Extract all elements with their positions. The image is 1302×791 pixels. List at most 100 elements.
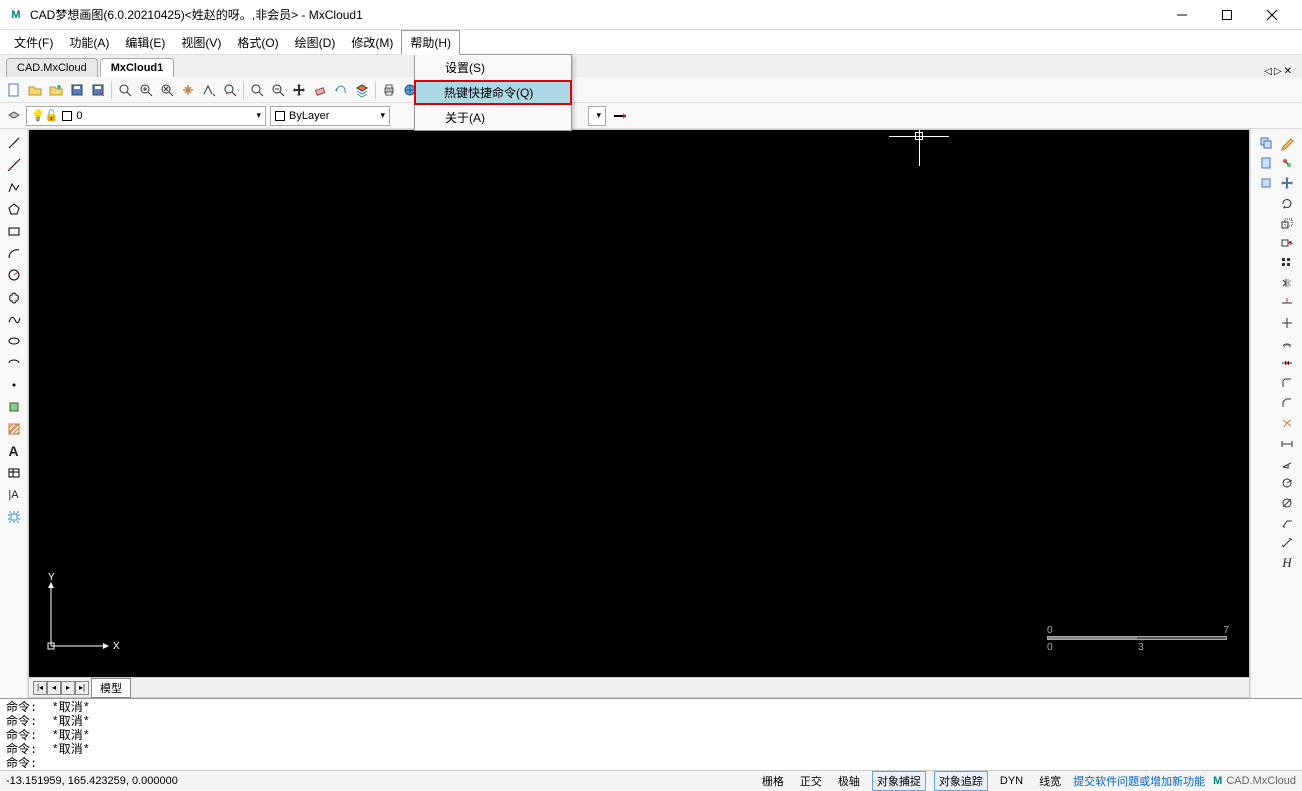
lineweight-combo[interactable] [588,106,606,126]
zoom-extents-icon[interactable] [157,80,177,100]
layers-icon[interactable] [352,80,372,100]
layer-combo[interactable]: 💡🔓 0 [26,106,266,126]
menu-modify[interactable]: 修改(M) [343,31,401,54]
menu-item-settings[interactable]: 设置(S) [415,55,571,80]
polygon-tool-icon[interactable] [4,199,24,218]
pan-icon[interactable] [178,80,198,100]
menu-edit[interactable]: 编辑(E) [117,31,173,54]
drawing-canvas[interactable]: Y X 07 03 [29,130,1249,677]
extend-icon[interactable] [1277,313,1297,332]
print-icon[interactable] [379,80,399,100]
layout-next-icon[interactable]: ▸ [61,681,75,695]
menu-help[interactable]: 帮助(H) [401,30,460,55]
region-tool-icon[interactable] [4,507,24,526]
snap-grid-toggle[interactable]: 栅格 [758,772,788,790]
block-insert-icon[interactable] [4,397,24,416]
edit-icon[interactable] [1277,133,1297,152]
explode-icon[interactable] [1277,413,1297,432]
menu-view[interactable]: 视图(V) [173,31,229,54]
doc-tab[interactable]: CAD.MxCloud [6,58,98,77]
save-as-icon[interactable] [88,80,108,100]
menu-draw[interactable]: 绘图(D) [287,31,344,54]
copy-icon[interactable] [1256,133,1276,152]
arc-tool-icon[interactable] [4,243,24,262]
layout-first-icon[interactable]: |◂ [33,681,47,695]
model-tab[interactable]: 模型 [91,678,131,698]
trim-icon[interactable] [1277,293,1297,312]
menu-format[interactable]: 格式(O) [229,31,286,54]
linetype-preview-icon[interactable] [610,106,630,125]
break-icon[interactable] [1277,353,1297,372]
leader-icon[interactable] [1277,513,1297,532]
match-props-icon[interactable] [1277,153,1297,172]
construction-line-icon[interactable] [4,155,24,174]
line-tool-icon[interactable] [4,133,24,152]
layer-manager-icon[interactable] [4,106,24,125]
cut-icon[interactable] [1256,173,1276,192]
dimension-diameter-icon[interactable] [1277,493,1297,512]
menu-function[interactable]: 功能(A) [61,31,117,54]
table-tool-icon[interactable] [4,463,24,482]
osnap-toggle[interactable]: 对象捕捉 [872,771,926,791]
properties-icon[interactable]: H [1277,553,1297,572]
command-window[interactable]: 命令: *取消* 命令: *取消* 命令: *取消* 命令: *取消* 命令: [0,698,1302,770]
rotate-icon[interactable] [1277,193,1297,212]
tab-close-icon[interactable]: ✕ [1284,66,1292,77]
new-file-icon[interactable] [4,80,24,100]
paste-icon[interactable] [1256,153,1276,172]
ortho-toggle[interactable]: 正交 [796,772,826,790]
stretch-icon[interactable] [1277,233,1297,252]
spline-tool-icon[interactable] [4,309,24,328]
tab-scroll-right-icon[interactable]: ▷ [1274,66,1282,77]
otrack-toggle[interactable]: 对象追踪 [934,771,988,791]
move-tool-icon[interactable] [1277,173,1297,192]
offset-icon[interactable] [1277,333,1297,352]
mtext-tool-icon[interactable]: |A [4,485,24,504]
dimension-linear-icon[interactable] [1277,433,1297,452]
point-tool-icon[interactable] [4,375,24,394]
scale-icon[interactable] [1277,213,1297,232]
rectangle-tool-icon[interactable] [4,221,24,240]
ellipse-arc-icon[interactable] [4,353,24,372]
menu-file[interactable]: 文件(F) [6,31,61,54]
undo-icon[interactable] [331,80,351,100]
zoom-all-icon[interactable] [268,80,288,100]
mirror-icon[interactable] [1277,273,1297,292]
zoom-window-icon[interactable] [115,80,135,100]
regen-icon[interactable] [247,80,267,100]
layout-prev-icon[interactable]: ◂ [47,681,61,695]
tab-scroll-left-icon[interactable]: ◁ [1264,66,1272,77]
text-tool-icon[interactable]: A [4,441,24,460]
ellipse-tool-icon[interactable] [4,331,24,350]
minimize-button[interactable] [1159,1,1204,29]
dimension-angular-icon[interactable] [1277,453,1297,472]
dimension-aligned-icon[interactable] [1277,533,1297,552]
layout-last-icon[interactable]: ▸| [75,681,89,695]
circle-tool-icon[interactable] [4,265,24,284]
zoom-in-icon[interactable] [136,80,156,100]
open-cloud-icon[interactable] [46,80,66,100]
erase-icon[interactable] [310,80,330,100]
maximize-button[interactable] [1204,1,1249,29]
feedback-link[interactable]: 提交软件问题或增加新功能 [1073,773,1205,789]
move-icon[interactable] [289,80,309,100]
polar-toggle[interactable]: 极轴 [834,772,864,790]
menu-item-about[interactable]: 关于(A) [415,105,571,130]
polyline-tool-icon[interactable] [4,177,24,196]
menu-item-hotkeys[interactable]: 热键快捷命令(Q) [414,80,572,105]
close-button[interactable] [1249,1,1294,29]
save-icon[interactable] [67,80,87,100]
zoom-previous-icon[interactable] [199,80,219,100]
linetype-combo[interactable]: ByLayer [270,106,390,126]
revision-cloud-icon[interactable] [4,287,24,306]
dimension-radius-icon[interactable] [1277,473,1297,492]
lineweight-toggle[interactable]: 线宽 [1035,772,1065,790]
zoom-realtime-icon[interactable] [220,80,240,100]
doc-tab-active[interactable]: MxCloud1 [100,58,175,77]
open-file-icon[interactable] [25,80,45,100]
hatch-tool-icon[interactable] [4,419,24,438]
dyn-toggle[interactable]: DYN [996,774,1027,788]
fillet-icon[interactable] [1277,373,1297,392]
array-icon[interactable] [1277,253,1297,272]
chamfer-icon[interactable] [1277,393,1297,412]
